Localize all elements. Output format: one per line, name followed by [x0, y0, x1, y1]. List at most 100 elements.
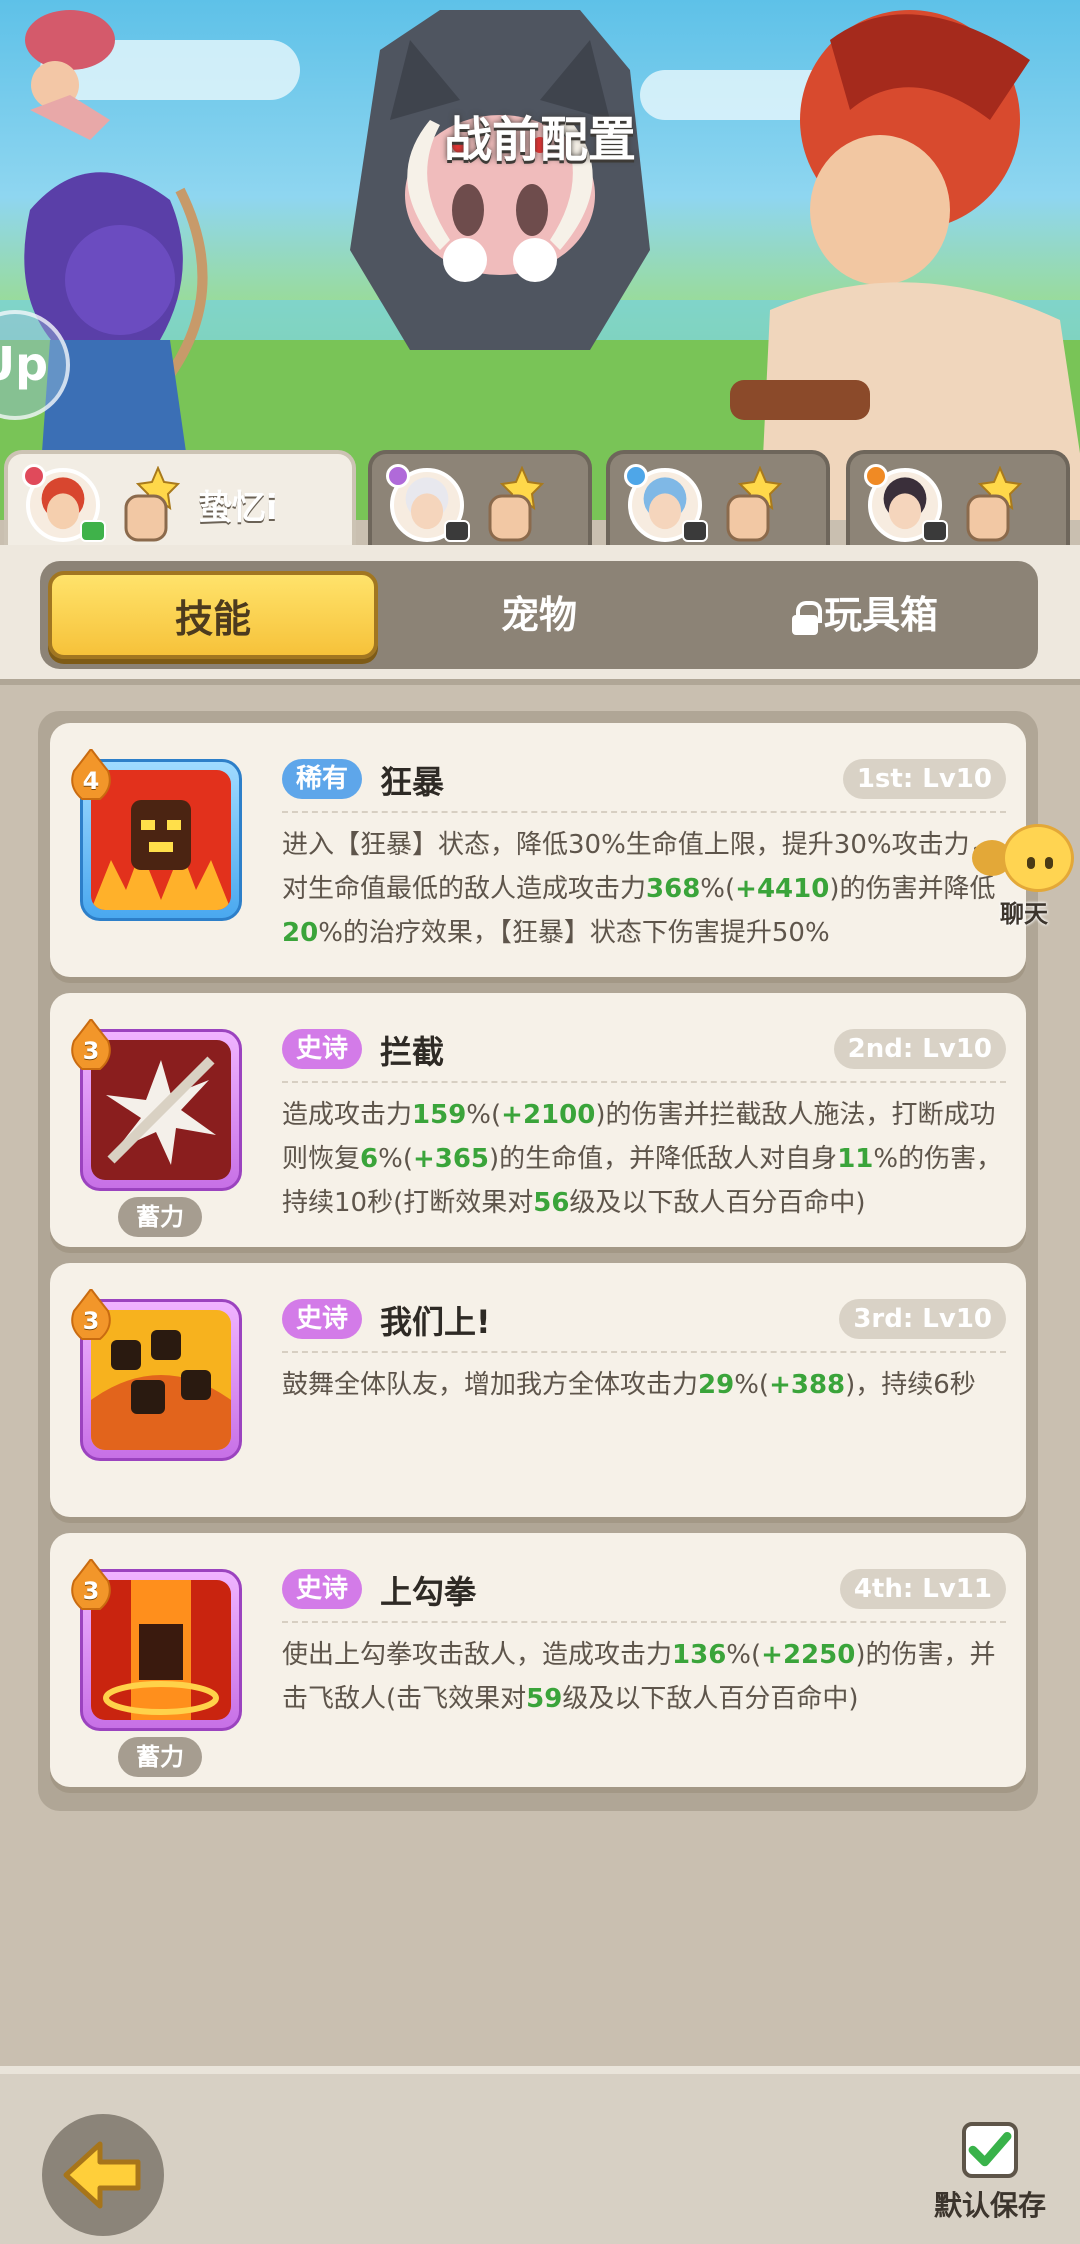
element-icon: [386, 464, 410, 488]
character-tab-4[interactable]: [846, 450, 1070, 550]
desc-text: 造成攻击力: [282, 1100, 413, 1130]
status-icon: [444, 520, 470, 542]
highlight-value: 59: [526, 1684, 563, 1714]
tab-bar: 技能 宠物 玩具箱: [0, 545, 1080, 685]
highlight-value: 29: [698, 1370, 735, 1400]
skill-card-3[interactable]: 3 史诗 我们上! 3rd: Lv10 鼓舞全体队友，增加我方全体攻击力29%(…: [50, 1263, 1026, 1517]
skill-level-badge: 3: [70, 1287, 112, 1341]
highlight-value: +365: [412, 1144, 490, 1174]
rage-skill-icon: [91, 770, 231, 910]
skill-card-4[interactable]: 3 蓄力 史诗 上勾拳 4th: Lv11 使出上勾拳攻击敌人，造成攻击力136…: [50, 1533, 1026, 1787]
tab-skills[interactable]: 技能: [48, 571, 378, 659]
check-icon: [968, 2132, 1012, 2167]
rarity-badge: 稀有: [282, 759, 363, 799]
highlight-value: 20: [282, 918, 319, 948]
desc-text: )的生命值，并降低敌人对自身: [489, 1144, 838, 1174]
desc-text: 使出上勾拳攻击敌人，造成攻击力: [282, 1640, 673, 1670]
boar-boss-art: [350, 10, 650, 350]
default-save-toggle[interactable]: 默认保存: [920, 2122, 1060, 2242]
tab-toybox[interactable]: 玩具箱: [700, 571, 1030, 659]
tab-pets[interactable]: 宠物: [380, 571, 698, 659]
back-arrow-icon: [63, 2141, 141, 2209]
desc-text: %的治疗效果，【狂暴】状态下伤害提升50%: [318, 918, 830, 948]
skill-name: 狂暴: [380, 763, 445, 801]
desc-text: 级及以下敌人百分百命中): [569, 1188, 866, 1218]
rarity-badge: 史诗: [282, 1299, 363, 1339]
skill-description: 进入【狂暴】状态，降低30%生命值上限，提升30%攻击力，对生命值最低的敌人造成…: [282, 823, 1004, 955]
rally-skill-icon: [91, 1310, 231, 1450]
divider: [282, 1081, 1006, 1083]
desc-text: %(: [378, 1144, 413, 1174]
skill-description: 使出上勾拳攻击敌人，造成攻击力136%(+2250)的伤害，并击飞敌人(击飞效果…: [282, 1633, 1004, 1721]
charge-tag: 蓄力: [118, 1197, 202, 1237]
character-tabs: 蛰忆i: [0, 450, 1080, 550]
desc-text: )的伤害并降低: [829, 874, 996, 904]
warrior-character-art: [730, 10, 1080, 520]
chat-mascot-icon: [1002, 824, 1074, 892]
default-save-label: 默认保存: [933, 2189, 1046, 2222]
slot-level-badge: 1st: Lv10: [842, 759, 1006, 799]
character-tab-2[interactable]: [368, 450, 592, 550]
highlight-value: +2100: [501, 1100, 596, 1130]
rarity-badge: 史诗: [282, 1569, 363, 1609]
highlight-value: 56: [533, 1188, 570, 1218]
skill-name: 上勾拳: [380, 1573, 477, 1611]
cheer-hand-icon: [726, 466, 782, 542]
status-icon: [922, 520, 948, 542]
desc-text: )，持续6秒: [845, 1370, 976, 1400]
cheer-hand-icon: [488, 466, 544, 542]
slot-level-badge: 3rd: Lv10: [839, 1299, 1006, 1339]
divider: [282, 811, 1006, 813]
skill-description: 造成攻击力159%(+2100)的伤害并拦截敌人施法，打断成功则恢复6%(+36…: [282, 1093, 1004, 1225]
character-tab-3[interactable]: [606, 450, 830, 550]
back-button[interactable]: [42, 2114, 164, 2236]
skill-list: 4 稀有 狂暴 1st: Lv10 进入【狂暴】状态，降低30%生命值上限，提升…: [38, 711, 1038, 1811]
chat-float-button[interactable]: 聊天: [972, 820, 1080, 930]
footer-bar: 默认保存: [0, 2066, 1080, 2244]
character-name: 蛰忆i: [198, 488, 278, 528]
screen-title: 战前配置: [443, 112, 636, 168]
highlight-value: +388: [769, 1370, 846, 1400]
highlight-value: 159: [412, 1100, 467, 1130]
element-icon: [624, 464, 648, 488]
desc-text: 级及以下敌人百分百命中): [562, 1684, 859, 1714]
highlight-value: +4410: [735, 874, 830, 904]
status-icon: [80, 520, 106, 542]
skill-card-2[interactable]: 3 蓄力 史诗 拦截 2nd: Lv10 造成攻击力159%(+2100)的伤害…: [50, 993, 1026, 1247]
chat-label: 聊天: [1000, 900, 1048, 928]
skill-name: 拦截: [380, 1033, 445, 1071]
cheer-hand-icon: [124, 466, 180, 542]
character-tab-1[interactable]: 蛰忆i: [4, 450, 356, 550]
skill-card-1[interactable]: 4 稀有 狂暴 1st: Lv10 进入【狂暴】状态，降低30%生命值上限，提升…: [50, 723, 1026, 977]
intercept-skill-icon: [91, 1040, 231, 1180]
tab-toybox-label: 玩具箱: [823, 593, 938, 637]
checkbox[interactable]: [962, 2122, 1018, 2178]
highlight-value: 6: [360, 1144, 379, 1174]
slot-level-badge: 2nd: Lv10: [833, 1029, 1006, 1069]
element-icon: [22, 464, 46, 488]
highlight-value: 368: [646, 874, 701, 904]
cheer-hand-icon: [966, 466, 1022, 542]
skill-name: 我们上!: [380, 1303, 491, 1341]
lock-icon: [791, 600, 822, 635]
skill-description: 鼓舞全体队友，增加我方全体攻击力29%(+388)，持续6秒: [282, 1363, 1004, 1407]
highlight-value: 11: [837, 1144, 874, 1174]
element-icon: [864, 464, 888, 488]
divider: [282, 1351, 1006, 1353]
uppercut-skill-icon: [91, 1580, 231, 1720]
status-icon: [682, 520, 708, 542]
skill-level-badge: 3: [70, 1017, 112, 1071]
desc-text: 鼓舞全体队友，增加我方全体攻击力: [282, 1370, 699, 1400]
highlight-value: +2250: [761, 1640, 856, 1670]
divider: [282, 1621, 1006, 1623]
highlight-value: 136: [672, 1640, 727, 1670]
skill-level-badge: 3: [70, 1557, 112, 1611]
rarity-badge: 史诗: [282, 1029, 363, 1069]
desc-text: %(: [700, 874, 736, 904]
hero-banner: Up 战前配置: [0, 0, 1080, 520]
config-panel: 技能 宠物 玩具箱 4 稀有 狂暴 1st: Lv10 进入【狂暴】状态，降低3…: [0, 545, 1080, 2065]
segmented-control: 技能 宠物 玩具箱: [40, 561, 1038, 669]
desc-text: %(: [734, 1370, 770, 1400]
skill-level-badge: 4: [70, 747, 112, 801]
desc-text: %(: [726, 1640, 762, 1670]
